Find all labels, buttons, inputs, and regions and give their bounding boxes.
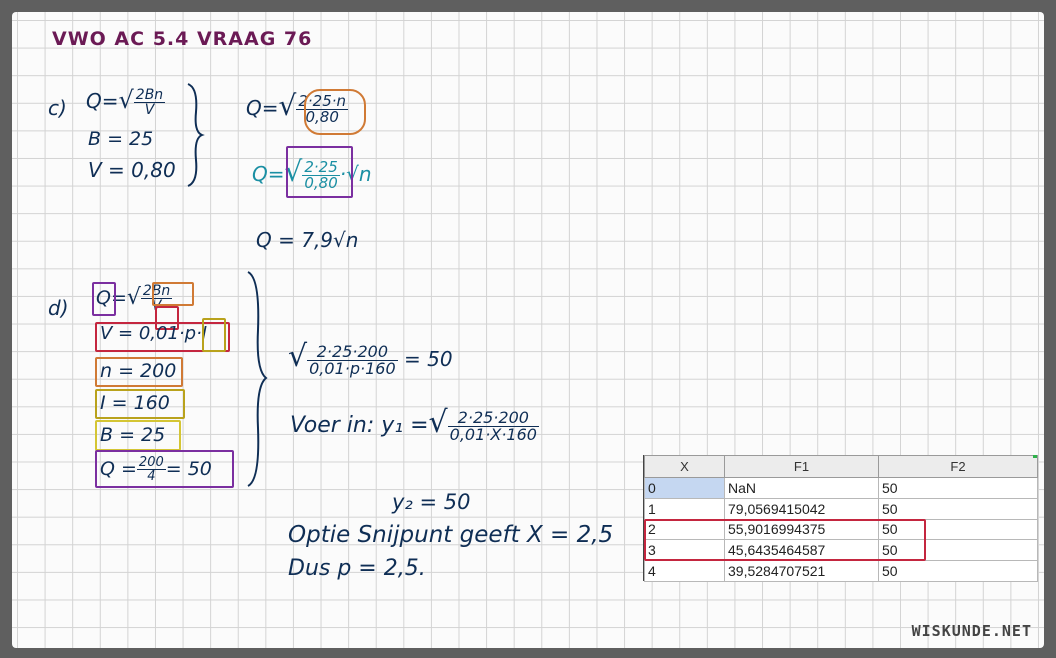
sheet-corner-marker [1033, 455, 1037, 458]
table-sheet: X F1 F2 0 NaN 50 1 79,0569415042 50 2 55… [643, 455, 1038, 582]
part-d-equation: √ 2·25·200 0,01·p·160 = 50 [288, 339, 453, 378]
intersection-highlight [644, 519, 926, 561]
brace-d [247, 271, 268, 487]
video-frame: VWO AC 5.4 VRAAG 76 c) Q=√ 2Bn V B = 25 V … [0, 0, 1056, 658]
part-d-optie: Optie Snijpunt geeft X = 2,5 [288, 522, 614, 548]
part-d-voer-in: Voer in: y₁ =√ 2·25·200 0,01·X·160 [290, 405, 539, 444]
table-row: 1 79,0569415042 50 [644, 497, 1038, 520]
table-header-row: X F1 F2 [644, 455, 1038, 478]
box-b-line [95, 420, 181, 451]
part-c-formula: Q=√ 2Bn V [86, 86, 166, 118]
col-header-f1[interactable]: F1 [724, 455, 879, 478]
cell-f1[interactable]: 39,5284707521 [724, 560, 879, 582]
whiteboard: VWO AC 5.4 VRAAG 76 c) Q=√ 2Bn V B = 25 V … [12, 12, 1044, 648]
table-row: 4 39,5284707521 50 [644, 560, 1038, 582]
col-header-f2[interactable]: F2 [878, 455, 1038, 478]
table-row: 0 NaN 50 [644, 477, 1038, 499]
part-d-dus: Dus p = 2,5. [288, 556, 426, 581]
box-i [202, 318, 226, 352]
cell-x[interactable]: 1 [644, 497, 725, 520]
cell-f1[interactable]: NaN [724, 477, 879, 499]
formula-num: 2Bn [133, 87, 166, 103]
cell-x[interactable]: 0 [644, 477, 725, 499]
part-c-b: B = 25 [88, 128, 154, 150]
cell-f1[interactable]: 79,0569415042 [724, 497, 879, 520]
col-header-x[interactable]: X [644, 455, 725, 478]
box-q [92, 282, 116, 316]
brace-c [187, 83, 205, 187]
part-d-label: d) [48, 296, 69, 320]
part-d-y2: y₂ = 50 [392, 490, 471, 514]
page-title: VWO AC 5.4 VRAAG 76 [52, 28, 313, 50]
box-n-line [95, 357, 183, 387]
box-i-line [95, 389, 185, 419]
formula-den: V [144, 102, 155, 118]
cell-f2[interactable]: 50 [878, 477, 1038, 499]
box-2bn [152, 282, 194, 306]
part-c-v: V = 0,80 [88, 158, 176, 182]
part-c-label: c) [48, 96, 67, 120]
cell-x[interactable]: 4 [644, 560, 725, 582]
cell-f2[interactable]: 50 [878, 497, 1038, 520]
brand-watermark: WISKUNDE.NET [911, 622, 1032, 640]
part-c-result: Q = 7,9√n [256, 228, 359, 252]
highlight-purple [286, 146, 353, 198]
box-q-line [95, 450, 234, 488]
highlight-orange [304, 89, 366, 135]
cell-f2[interactable]: 50 [878, 560, 1038, 582]
